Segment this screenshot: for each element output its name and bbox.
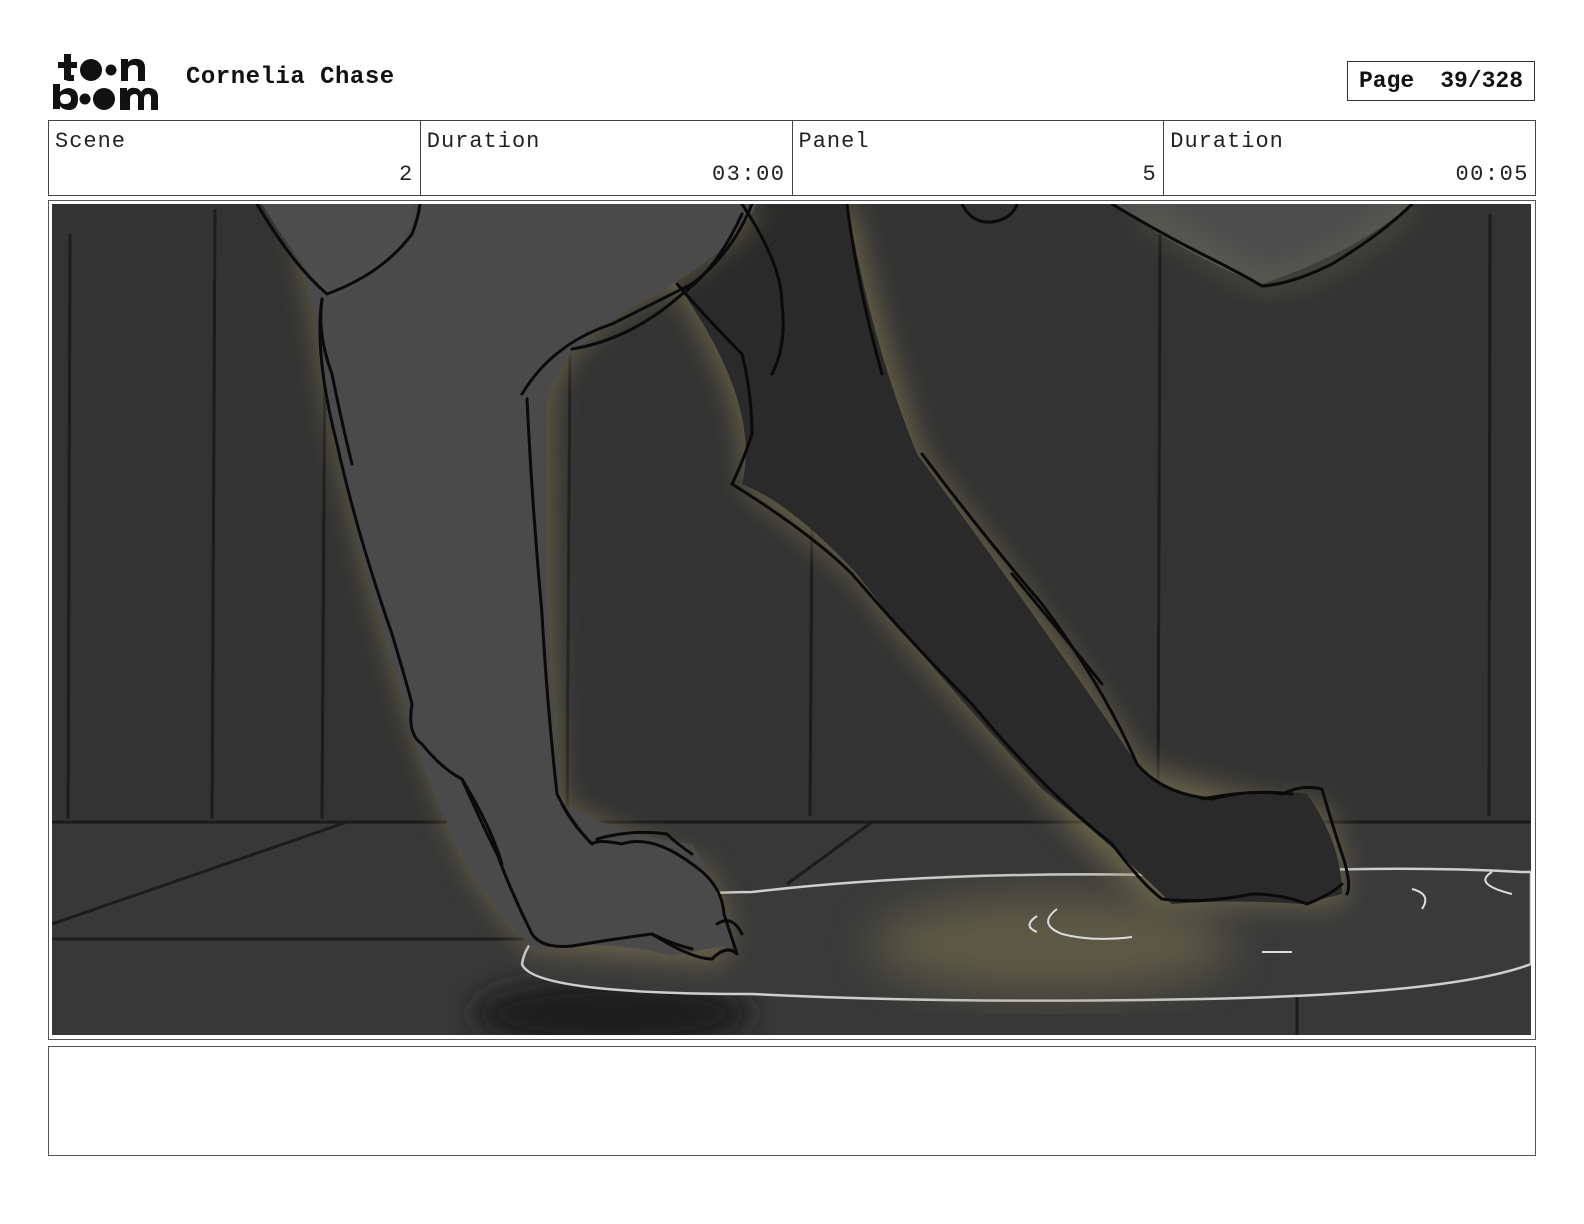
toon-boom-logo: [53, 54, 158, 110]
panel-duration-value: 00:05: [1455, 162, 1529, 187]
panel-label: Panel: [798, 129, 870, 154]
panel-duration-label: Duration: [1170, 129, 1284, 154]
scene-cell: Scene 2: [49, 121, 421, 195]
panel-cell: Panel 5: [793, 121, 1165, 195]
scene-duration-value: 03:00: [711, 162, 786, 187]
panel-notes-box: [48, 1046, 1536, 1156]
panel-value: 5: [1142, 162, 1158, 187]
page-label: Page: [1358, 68, 1415, 94]
panel-duration-cell: Duration 00:05: [1164, 121, 1535, 195]
page-number: 39/328: [1440, 68, 1524, 94]
scene-label: Scene: [55, 129, 127, 154]
storyboard-panel: [48, 200, 1536, 1040]
panel-drawing: [52, 204, 1531, 1035]
scene-duration-cell: Duration 03:00: [421, 121, 793, 195]
panel-info-table: Scene 2 Duration 03:00 Panel 5 Duration …: [48, 120, 1536, 196]
scene-duration-label: Duration: [426, 129, 541, 154]
project-title: Cornelia Chase: [186, 64, 395, 91]
scene-value: 2: [399, 162, 414, 187]
page-indicator: Page 39/328: [1347, 61, 1535, 101]
